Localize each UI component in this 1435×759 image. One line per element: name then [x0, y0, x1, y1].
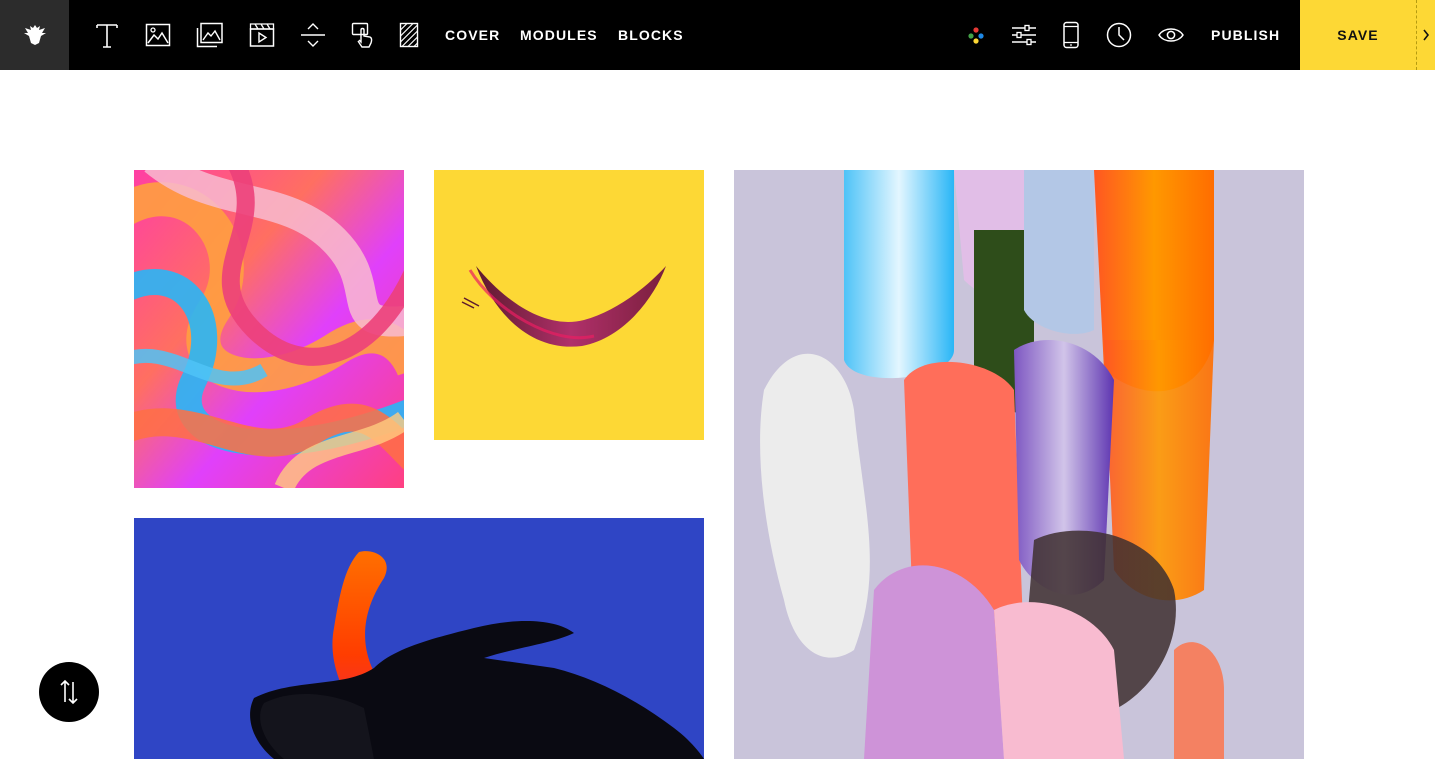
- history-button[interactable]: [1101, 17, 1137, 53]
- color-palette-icon: [968, 27, 984, 44]
- history-clock-icon: [1106, 22, 1132, 48]
- top-toolbar: COVER MODULES BLOCKS PUBLISH SAVE: [0, 0, 1435, 70]
- reorder-button[interactable]: [39, 662, 99, 722]
- save-options-toggle[interactable]: [1416, 0, 1435, 70]
- logo[interactable]: [0, 0, 69, 70]
- preview-eye-icon: [1158, 28, 1184, 42]
- image-tool[interactable]: [140, 17, 176, 53]
- spacing-tool-icon: [301, 23, 325, 47]
- interaction-tool[interactable]: [345, 17, 381, 53]
- settings-button[interactable]: [1006, 17, 1042, 53]
- modules-nav[interactable]: MODULES: [520, 0, 598, 70]
- settings-sliders-icon: [1012, 24, 1036, 46]
- pattern-tool-icon: [399, 22, 419, 48]
- video-tool[interactable]: [244, 17, 280, 53]
- spacing-tool[interactable]: [295, 17, 331, 53]
- yellow-brushstroke-image[interactable]: [434, 170, 704, 440]
- preview-button[interactable]: [1153, 17, 1189, 53]
- save-button[interactable]: SAVE: [1300, 0, 1416, 70]
- pattern-tool[interactable]: [391, 17, 427, 53]
- color-palette-button[interactable]: [958, 17, 994, 53]
- blue-hand-paint-image[interactable]: [134, 518, 704, 759]
- publish-button[interactable]: PUBLISH: [1211, 0, 1280, 70]
- image-grid-tool[interactable]: [192, 17, 228, 53]
- mobile-preview-button[interactable]: [1053, 17, 1089, 53]
- reorder-arrows-icon: [60, 679, 78, 705]
- text-tool-icon: [96, 24, 118, 48]
- text-tool[interactable]: [89, 17, 125, 53]
- image-grid-tool-icon: [196, 22, 223, 48]
- paint-smears-image[interactable]: [734, 170, 1304, 759]
- interaction-tool-icon: [351, 22, 373, 48]
- image-tool-icon: [145, 23, 171, 47]
- eagle-logo-icon: [23, 25, 46, 45]
- chevron-right-icon: [1423, 29, 1430, 41]
- mobile-preview-icon: [1063, 21, 1079, 49]
- pink-swirl-paint-image[interactable]: [134, 170, 404, 488]
- video-tool-icon: [249, 23, 275, 47]
- cover-nav[interactable]: COVER: [445, 0, 500, 70]
- blocks-nav[interactable]: BLOCKS: [618, 0, 684, 70]
